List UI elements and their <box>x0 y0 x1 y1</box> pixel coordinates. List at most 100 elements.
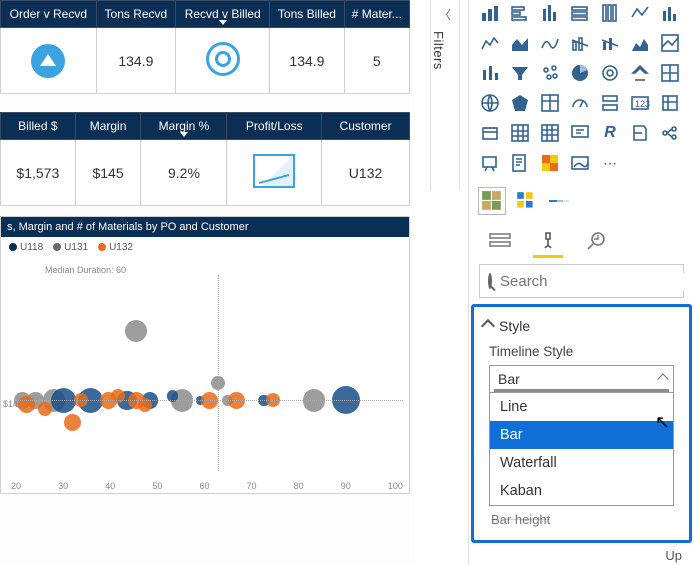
viz-table-icon[interactable]: 123 <box>627 90 653 116</box>
data-point[interactable] <box>64 414 81 431</box>
viz-100-stacked-column-icon[interactable] <box>597 0 623 26</box>
filters-pane-collapsed[interactable]: 〈 Filters <box>430 0 460 190</box>
svg-text:123: 123 <box>635 99 650 109</box>
viz-line-stacked-column-icon[interactable] <box>537 30 563 56</box>
x-tick: 90 <box>341 481 351 491</box>
median-label: Median Duration: 60 <box>45 265 126 275</box>
col-order-v-recvd[interactable]: Order v Recvd <box>1 1 97 28</box>
section-title: Style <box>499 318 530 334</box>
col-tons-billed[interactable]: Tons Billed <box>270 1 344 28</box>
custom-visual-icon[interactable] <box>547 188 573 214</box>
viz-pie-icon[interactable] <box>657 30 683 56</box>
data-point[interactable] <box>18 396 35 413</box>
legend-item[interactable]: U131 <box>53 242 88 253</box>
kpi-table-1[interactable]: Order v Recvd Tons Recvd Recvd v Billed … <box>0 0 410 94</box>
cell-customer: U132 <box>322 140 410 206</box>
viz-python-icon[interactable] <box>477 120 503 146</box>
x-tick: 60 <box>199 481 209 491</box>
viz-card-icon[interactable] <box>567 60 593 86</box>
viz-donut-icon[interactable] <box>477 60 503 86</box>
cell-order-v-recvd <box>1 28 97 94</box>
kpi-table-2[interactable]: Billed $ Margin Margin % Profit/Loss Cus… <box>0 112 410 206</box>
viz-area-icon[interactable] <box>477 30 503 56</box>
viz-stacked-bar-icon[interactable] <box>477 0 503 26</box>
viz-multirow-card-icon[interactable] <box>597 60 623 86</box>
col-num-materials[interactable]: # Mater... <box>344 1 409 28</box>
legend-item[interactable]: U132 <box>98 242 133 253</box>
viz-qna-icon[interactable] <box>567 120 593 146</box>
viz-kpi-icon[interactable] <box>627 60 653 86</box>
data-point[interactable] <box>125 320 147 342</box>
col-customer[interactable]: Customer <box>322 113 410 140</box>
viz-custom-orange-icon[interactable] <box>537 150 563 176</box>
viz-paginated-icon[interactable] <box>627 120 653 146</box>
viz-waterfall-icon[interactable] <box>597 30 623 56</box>
viz-treemap-icon[interactable] <box>657 60 683 86</box>
col-profit-loss[interactable]: Profit/Loss <box>227 113 322 140</box>
col-billed[interactable]: Billed $ <box>1 113 76 140</box>
footer-link[interactable]: Up <box>468 548 690 563</box>
viz-gauge-icon[interactable] <box>537 60 563 86</box>
timeline-style-options: Line Bar Waterfall Kaban <box>489 393 674 506</box>
viz-filled-map-icon[interactable] <box>507 90 533 116</box>
x-tick: 50 <box>152 481 162 491</box>
x-tick: 70 <box>247 481 257 491</box>
style-section: Style Timeline Style Bar Line Bar Waterf… <box>473 306 690 541</box>
col-tons-recvd[interactable]: Tons Recvd <box>96 1 175 28</box>
viz-clustered-bar-icon[interactable] <box>507 0 533 26</box>
data-point[interactable] <box>38 402 52 416</box>
custom-visual-icon[interactable] <box>513 188 539 214</box>
col-margin[interactable]: Margin <box>75 113 141 140</box>
table-row[interactable]: 134.9 134.9 5 <box>1 28 410 94</box>
timeline-style-dropdown[interactable]: Bar <box>489 365 674 393</box>
viz-100-stacked-bar-icon[interactable] <box>567 0 593 26</box>
analytics-tab-icon[interactable] <box>583 230 609 252</box>
viz-stacked-area-icon[interactable] <box>507 30 533 56</box>
custom-visual-icon[interactable] <box>479 188 505 214</box>
viz-slicer-icon[interactable] <box>597 90 623 116</box>
viz-ribbon-icon[interactable] <box>627 0 653 26</box>
up-link[interactable]: Up <box>665 548 682 563</box>
format-tab-icon[interactable] <box>535 230 561 252</box>
viz-stacked-column-icon[interactable] <box>537 0 563 26</box>
viz-r-script-icon[interactable]: R <box>597 120 623 146</box>
fields-tab-icon[interactable] <box>487 230 513 252</box>
viz-scatter-icon[interactable] <box>627 30 653 56</box>
bar-height-label: Bar height <box>491 512 682 527</box>
dropdown-option-line[interactable]: Line <box>490 393 673 421</box>
x-tick: 20 <box>11 481 21 491</box>
search-input[interactable] <box>500 273 694 290</box>
col-recvd-v-billed[interactable]: Recvd v Billed <box>176 1 270 28</box>
viz-smart-narrative-icon[interactable] <box>507 150 533 176</box>
dropdown-underline <box>494 389 669 392</box>
viz-shape-map-icon[interactable] <box>537 90 563 116</box>
viz-azure-map-icon[interactable] <box>567 90 593 116</box>
viz-line-clustered-column-icon[interactable] <box>567 30 593 56</box>
format-search[interactable] <box>479 264 684 298</box>
table-row[interactable]: $1,573 $145 9.2% U132 <box>1 140 410 206</box>
viz-more-icon[interactable]: ⋯ <box>597 150 623 176</box>
target-icon <box>206 42 240 76</box>
viz-image-icon[interactable] <box>567 150 593 176</box>
viz-line-chart-icon[interactable] <box>657 0 683 26</box>
style-section-header[interactable]: Style <box>483 318 682 334</box>
baseline <box>15 400 403 401</box>
dropdown-option-bar[interactable]: Bar <box>490 421 673 449</box>
dropdown-option-waterfall[interactable]: Waterfall <box>490 449 673 477</box>
dropdown-option-kaban[interactable]: Kaban <box>490 477 673 505</box>
viz-funnel-icon[interactable] <box>507 60 533 86</box>
viz-decomposition-icon[interactable] <box>537 120 563 146</box>
expand-filters-icon[interactable]: 〈 <box>431 6 459 23</box>
cell-tons-recvd: 134.9 <box>96 28 175 94</box>
viz-map-icon[interactable] <box>477 90 503 116</box>
scatter-chart-visual[interactable]: s, Margin and # of Materials by PO and C… <box>0 216 410 494</box>
trend-line-icon <box>253 154 295 188</box>
chart-plot-area: Median Duration: 60 $14 <box>1 261 409 475</box>
viz-powerapps-icon[interactable] <box>477 150 503 176</box>
viz-key-influencers-icon[interactable] <box>507 120 533 146</box>
viz-matrix-icon[interactable] <box>657 90 683 116</box>
col-margin-pct[interactable]: Margin % <box>141 113 227 140</box>
x-tick: 30 <box>58 481 68 491</box>
legend-item[interactable]: U118 <box>9 242 43 253</box>
viz-arcgis-icon[interactable] <box>657 120 683 146</box>
